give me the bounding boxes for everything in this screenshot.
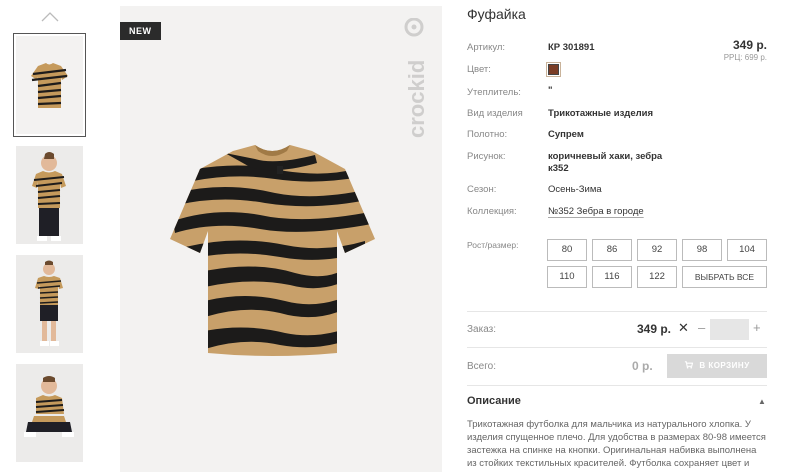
size-button-104[interactable]: 104 <box>727 239 767 261</box>
chevron-up-icon[interactable] <box>40 10 60 24</box>
thumbnail-boy-front[interactable] <box>16 146 83 244</box>
quantity-input[interactable] <box>710 319 749 340</box>
pattern-value-line1: коричневый хаки, зебра <box>548 151 663 162</box>
type-label: Вид изделия <box>467 108 523 119</box>
collection-link[interactable]: №352 Зебра в городе <box>548 206 644 217</box>
divider <box>467 347 767 348</box>
season-label: Сезон: <box>467 184 497 195</box>
description-text: Трикотажная футболка для мальчика из нат… <box>467 419 766 472</box>
total-value: 0 р. <box>632 359 653 373</box>
season-value: Осень-Зима <box>548 184 602 195</box>
rrp-price: РРЦ: 699 р. <box>723 53 767 62</box>
remove-icon[interactable]: ✕ <box>678 320 689 336</box>
thumbnail-boy-sitting[interactable] <box>16 364 83 462</box>
description-title[interactable]: Описание <box>467 395 521 407</box>
article-value: КР 301891 <box>548 42 595 53</box>
collapse-caret-icon[interactable]: ▲ <box>758 397 766 406</box>
thumbnail-boy-full[interactable] <box>16 255 83 353</box>
total-label: Всего: <box>467 361 496 372</box>
new-badge: NEW <box>120 22 161 40</box>
order-label: Заказ: <box>467 324 497 335</box>
quantity-decrease-button[interactable]: – <box>698 320 705 335</box>
product-shirt-image <box>170 145 375 356</box>
add-to-cart-button[interactable]: В КОРЗИНУ <box>667 354 767 378</box>
size-button-86[interactable]: 86 <box>592 239 632 261</box>
color-swatch[interactable] <box>546 62 561 77</box>
fabric-value: Супрем <box>548 129 584 140</box>
size-button-122[interactable]: 122 <box>637 266 677 288</box>
size-button-110[interactable]: 110 <box>547 266 587 288</box>
svg-text:crockid: crockid <box>404 60 429 138</box>
product-price: 349 р. <box>732 38 767 52</box>
fabric-label: Полотно: <box>467 129 508 140</box>
divider <box>467 311 767 312</box>
select-all-sizes-button[interactable]: ВЫБРАТЬ ВСЕ <box>682 266 767 288</box>
divider <box>467 385 767 386</box>
size-button-80[interactable]: 80 <box>547 239 587 261</box>
size-button-98[interactable]: 98 <box>682 239 722 261</box>
cart-icon <box>685 361 694 369</box>
insulation-value: " <box>548 85 553 96</box>
quantity-increase-button[interactable]: + <box>753 320 761 335</box>
collection-label: Коллекция: <box>467 206 517 217</box>
color-label: Цвет: <box>467 64 491 75</box>
insulation-label: Утеплитель: <box>467 87 521 98</box>
product-title: Фуфайка <box>467 6 526 22</box>
article-label: Артикул: <box>467 42 506 53</box>
sizes-label: Рост/размер: <box>467 240 519 250</box>
pattern-value-line2: к352 <box>548 163 569 174</box>
add-to-cart-label: В КОРЗИНУ <box>699 361 750 370</box>
size-button-116[interactable]: 116 <box>592 266 632 288</box>
order-price: 349 р. <box>637 322 672 336</box>
size-button-92[interactable]: 92 <box>637 239 677 261</box>
thumbnail-shirt[interactable] <box>13 33 86 137</box>
main-product-image[interactable]: NEW crockid <box>120 6 442 472</box>
crockid-logo: crockid <box>404 18 429 138</box>
pattern-label: Рисунок: <box>467 151 506 162</box>
type-value: Трикотажные изделия <box>548 108 654 119</box>
